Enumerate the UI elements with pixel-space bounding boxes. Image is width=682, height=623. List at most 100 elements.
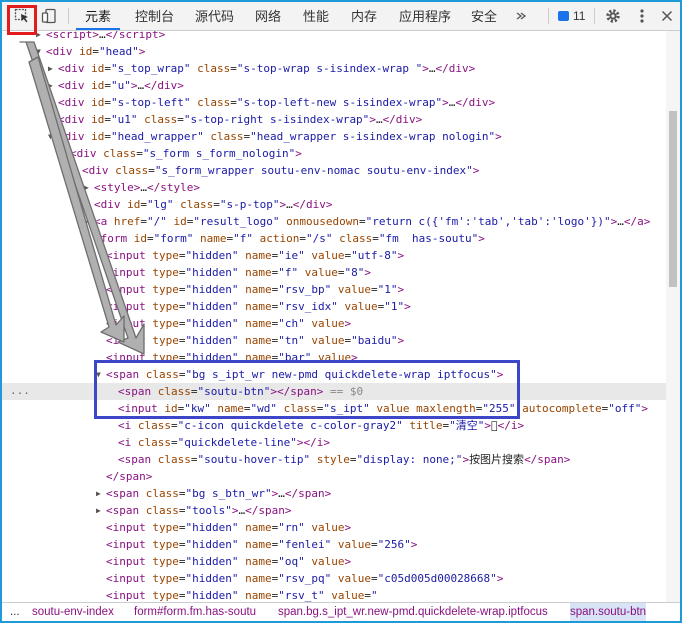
gutter-ellipsis[interactable]: ... [10,382,30,399]
dom-node-markup: <div class="s_form_wrapper soutu-env-nom… [82,164,480,177]
dom-node-line[interactable]: <input type="hidden" name="fenlei" value… [2,536,666,553]
dom-node-line[interactable]: ▶ <span class="bg s_btn_wr">…</span> [2,485,666,502]
dom-node-markup: <input type="hidden" name="rsv_pq" value… [106,572,504,585]
toolbar-separator [594,8,595,24]
dom-node-line[interactable]: <input type="hidden" name="ie" value="ut… [2,247,666,264]
expand-triangle-closed-icon[interactable]: ▶ [96,485,101,502]
elements-tree[interactable]: ▶ <script>…</script> ▼ <div id="head"> ▶ <div… [2,31,666,602]
dom-node-markup: <i class="c-icon quickdelete c-color-gra… [118,419,525,432]
dom-node-line[interactable]: <input id="kw" name="wd" class="s_ipt" v… [2,400,666,417]
expand-triangle-open-icon[interactable]: ▼ [60,145,65,162]
breadcrumb-item[interactable]: form#form.fm.has-soutu [134,603,256,621]
dom-node-line[interactable]: <i class="c-icon quickdelete c-color-gra… [2,417,666,434]
expand-triangle-closed-icon[interactable]: ▶ [36,31,41,43]
dom-node-line[interactable]: ▶ <div id="s_top_wrap" class="s-top-wrap … [2,60,666,77]
dom-node-line[interactable]: <input type="hidden" name="tn" value="ba… [2,332,666,349]
expand-triangle-closed-icon[interactable]: ▶ [96,502,101,519]
dom-node-markup: <div id="u1" class="s-top-right s-isinde… [58,113,423,126]
dom-node-line[interactable]: ▼ <div id="head"> [2,43,666,60]
dom-node-line[interactable]: ▼ <div class="s_form_wrapper soutu-env-no… [2,162,666,179]
dom-node-line[interactable]: ▶ <style>…</style> [2,179,666,196]
dom-node-markup: <div id="head_wrapper" class="head_wrapp… [58,130,502,143]
expand-triangle-open-icon[interactable]: ▼ [84,230,89,247]
breadcrumb-item[interactable]: span.bg.s_ipt_wr.new-pmd.quickdelete-wra… [278,603,548,621]
expand-triangle-closed-icon[interactable]: ▶ [84,213,89,230]
breadcrumb-item-selected[interactable]: span.soutu-btn [570,603,647,621]
expand-triangle-open-icon[interactable]: ▼ [96,366,101,383]
expand-triangle-closed-icon[interactable]: ▶ [48,60,53,77]
tab-application[interactable]: 应用程序 [390,2,460,30]
dom-node-line[interactable]: <input type="hidden" name="bar" value> [2,349,666,366]
expand-triangle-open-icon[interactable]: ▼ [36,43,41,60]
dom-node-markup: <div id="u">…</div> [58,79,184,92]
dom-node-line[interactable]: ▶ <span class="tools">…</span> [2,502,666,519]
expand-triangle-closed-icon[interactable]: ▶ [48,94,53,111]
breadcrumb: ... soutu-env-index form#form.fm.has-sou… [2,602,680,621]
dom-node-line[interactable]: <input type="hidden" name="rsv_idx" valu… [2,298,666,315]
dom-node-markup: <input type="hidden" name="ch" value> [106,317,352,330]
inspect-element-icon[interactable] [9,2,35,30]
device-toolbar-icon[interactable] [36,2,62,30]
dom-node-markup: <input type="hidden" name="fenlei" value… [106,538,418,551]
dom-node-line[interactable]: <input type="hidden" name="rn" value> [2,519,666,536]
dom-node-line[interactable]: ▶ <div id="u">…</div> [2,77,666,94]
expand-triangle-closed-icon[interactable]: ▶ [48,77,53,94]
devtools-toolbar: 元素 控制台 源代码 网络 性能 内存 应用程序 安全 11 [2,2,680,31]
dom-node-markup: <div id="s_top_wrap" class="s-top-wrap s… [58,62,476,75]
dom-node-markup: <div id="s-top-left" class="s-top-left-n… [58,96,496,109]
dom-node-line[interactable]: <input type="hidden" name="rsv_t" value=… [2,587,666,602]
expand-triangle-closed-icon[interactable]: ▶ [84,196,89,213]
vertical-scrollbar[interactable] [666,31,680,602]
dom-node-line[interactable]: ▼ <div id="head_wrapper" class="head_wrap… [2,128,666,145]
dom-node-line[interactable]: ▶ <div id="lg" class="s-p-top">…</div> [2,196,666,213]
tab-elements[interactable]: 元素 [76,2,121,30]
dom-node-line[interactable]: ▶ <script>…</script> [2,31,666,43]
tab-memory[interactable]: 内存 [342,2,386,30]
toolbar-separator [548,8,549,24]
dom-node-line[interactable]: <input type="hidden" name="rsv_pq" value… [2,570,666,587]
dom-node-line[interactable]: <span class="soutu-hover-tip" style="dis… [2,451,666,468]
expand-triangle-closed-icon[interactable]: ▶ [48,111,53,128]
dom-node-markup: <span class="soutu-hover-tip" style="dis… [118,453,571,466]
dom-node-markup: </span> [106,470,153,483]
dom-node-markup: <input id="kw" name="wd" class="s_ipt" v… [118,402,648,415]
dom-node-markup: <input type="hidden" name="f" value="8"> [106,266,371,279]
breadcrumb-ellipsis[interactable]: ... [10,603,20,621]
dom-node-markup: <div id="head"> [46,45,146,58]
dom-node-line[interactable]: <i class="quickdelete-line"></i> [2,434,666,451]
tab-performance[interactable]: 性能 [294,2,338,30]
dom-node-line[interactable]: <input type="hidden" name="ch" value> [2,315,666,332]
tab-sources[interactable]: 源代码 [186,2,243,30]
dom-node-markup: <span class="tools">…</span> [106,504,292,517]
dom-node-markup: <input type="hidden" name="rsv_idx" valu… [106,300,411,313]
dom-node-line[interactable]: <span class="soutu-btn"></span> == $0 [2,383,666,400]
toolbar-separator [68,8,69,24]
dom-node-markup: <input type="hidden" name="bar" value> [106,351,358,364]
dom-node-markup: <input type="hidden" name="rsv_bp" value… [106,283,405,296]
dom-node-markup: <input type="hidden" name="rsv_t" value=… [106,589,378,602]
expand-triangle-closed-icon[interactable]: ▶ [84,179,89,196]
dom-node-line[interactable]: </span> [2,468,666,485]
dom-node-line[interactable]: ▼ <form id="form" name="f" action="/s" cl… [2,230,666,247]
issues-badge[interactable]: 11 [558,7,585,25]
close-icon[interactable] [654,2,680,30]
tab-network[interactable]: 网络 [246,2,290,30]
scrollbar-thumb[interactable] [669,111,677,287]
tab-console[interactable]: 控制台 [126,2,183,30]
more-tabs-icon[interactable] [508,2,534,30]
dom-node-markup: <input type="hidden" name="ie" value="ut… [106,249,405,262]
more-options-icon[interactable] [629,2,655,30]
dom-node-line[interactable]: <input type="hidden" name="oq" value> [2,553,666,570]
expand-triangle-open-icon[interactable]: ▼ [48,128,53,145]
dom-node-line[interactable]: ▶ <div id="s-top-left" class="s-top-left-… [2,94,666,111]
dom-node-line[interactable]: <input type="hidden" name="rsv_bp" value… [2,281,666,298]
dom-node-line[interactable]: ▼ <span class="bg s_ipt_wr new-pmd quickd… [2,366,666,383]
gear-icon[interactable] [600,2,626,30]
dom-node-line[interactable]: ▶ <a href="/" id="result_logo" onmousedow… [2,213,666,230]
expand-triangle-open-icon[interactable]: ▼ [72,162,77,179]
dom-node-line[interactable]: ▶ <div id="u1" class="s-top-right s-isind… [2,111,666,128]
dom-node-line[interactable]: <input type="hidden" name="f" value="8"> [2,264,666,281]
breadcrumb-item[interactable]: soutu-env-index [32,603,114,621]
tab-security[interactable]: 安全 [462,2,506,30]
dom-node-line[interactable]: ▼ <div class="s_form s_form_nologin"> [2,145,666,162]
